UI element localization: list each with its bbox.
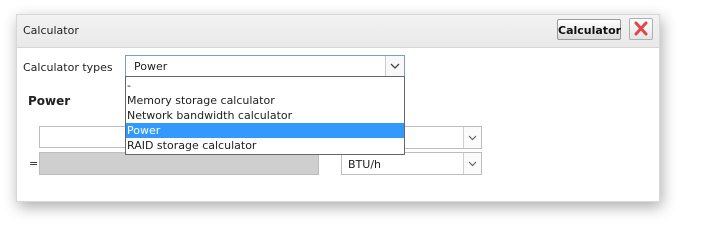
chevron-down-icon <box>468 161 477 167</box>
dropdown-option-none[interactable]: - <box>126 78 404 93</box>
dialog-titlebar: Calculator Calculator <box>17 15 659 48</box>
chevron-down-icon <box>468 135 477 141</box>
calculator-types-select[interactable]: Power <box>125 55 405 77</box>
calculator-types-value: Power <box>134 60 168 73</box>
result-unit-select[interactable]: BTU/h <box>341 152 482 175</box>
close-icon <box>634 21 648 36</box>
calculator-types-dropdown-toggle[interactable] <box>385 56 404 76</box>
chevron-down-icon <box>390 63 400 69</box>
calculator-dialog: Calculator Calculator Calculator types P… <box>16 14 660 202</box>
dropdown-option-raid-storage[interactable]: RAID storage calculator <box>126 138 404 153</box>
section-title: Power <box>28 94 71 108</box>
dropdown-option-network-bandwidth[interactable]: Network bandwidth calculator <box>126 108 404 123</box>
input-unit-dropdown-toggle[interactable] <box>463 127 481 148</box>
result-unit-dropdown-toggle[interactable] <box>463 153 481 174</box>
calculator-types-dropdown-list: - Memory storage calculator Network band… <box>125 76 405 155</box>
dropdown-option-memory-storage[interactable]: Memory storage calculator <box>126 93 404 108</box>
calculator-title-button[interactable]: Calculator <box>557 19 621 40</box>
result-output <box>39 152 319 175</box>
result-unit-value: BTU/h <box>348 158 381 171</box>
close-button[interactable] <box>629 18 653 40</box>
calculator-types-label: Calculator types <box>23 61 113 74</box>
result-equals-sign: = <box>29 157 39 170</box>
dropdown-option-power[interactable]: Power <box>126 123 404 138</box>
dialog-title: Calculator <box>23 24 79 37</box>
